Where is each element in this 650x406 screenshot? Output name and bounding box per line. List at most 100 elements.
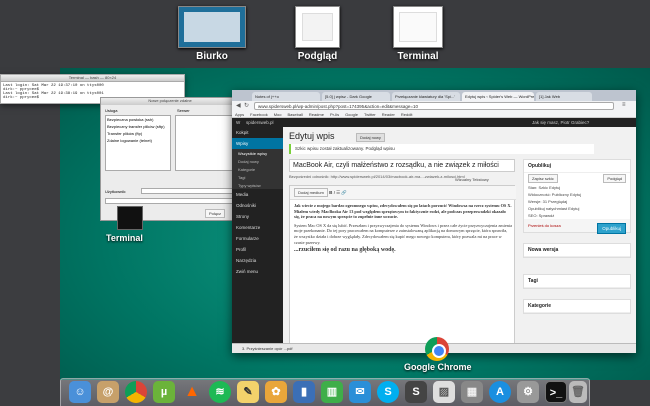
editor-content[interactable]: Jak wiecie z mojego bardzo ogromnego wpi… <box>294 203 512 257</box>
italic-icon[interactable]: I <box>334 190 335 195</box>
browser-tab[interactable]: [1] Jak Web <box>536 92 592 101</box>
submenu-add-new[interactable]: Dodaj nowy <box>232 157 283 165</box>
menu-profile[interactable]: Profil <box>232 244 283 255</box>
preview-button[interactable]: Podgląd <box>603 174 626 183</box>
space-biurko[interactable]: Biurko <box>178 6 246 62</box>
space-podglad[interactable]: Podgląd <box>295 6 340 62</box>
new-remote-connection-dialog[interactable]: Nowe połączenie zdalne Usługa Serwer Bez… <box>100 97 240 221</box>
keynote-icon[interactable]: ▮ <box>293 381 315 403</box>
command-field[interactable] <box>105 198 237 204</box>
bold-icon[interactable]: B <box>329 190 332 195</box>
post-title-input[interactable]: MacBook Air, czyli małżeństwo z rozsądku… <box>289 159 515 172</box>
visibility-row[interactable]: Widoczność: Publiczny Edytuj <box>524 191 630 198</box>
spotify-icon[interactable]: ≋ <box>209 381 231 403</box>
user-input[interactable] <box>141 188 237 194</box>
add-media-button[interactable]: Dodaj medium <box>294 188 328 197</box>
terminal-title: Terminal — bash — 80×24 <box>1 75 184 82</box>
submenu-categories[interactable]: Kategorie <box>232 165 283 173</box>
bookmark[interactable]: Readme <box>309 112 324 117</box>
list-item[interactable]: Bezpieczny transfer plików (sftp) <box>106 123 170 130</box>
bookmark[interactable]: Facebook <box>250 112 268 117</box>
menu-media[interactable]: Media <box>232 189 283 200</box>
server-list[interactable] <box>175 115 237 171</box>
list-icon[interactable]: ☰ <box>336 190 340 195</box>
visual-tab[interactable]: Wizualny <box>455 177 471 182</box>
terminal-icon[interactable]: >_ <box>545 381 567 403</box>
box-tags[interactable]: Tagi <box>524 275 630 288</box>
reload-icon[interactable]: ↻ <box>244 102 249 109</box>
preview-icon[interactable]: ▨ <box>433 381 455 403</box>
bookmark[interactable]: Apps <box>235 112 244 117</box>
browser-tab[interactable]: Notes of j++o <box>252 92 320 101</box>
menu-kokpit[interactable]: Kokpit <box>232 127 283 138</box>
link-icon[interactable]: 🔗 <box>341 190 347 195</box>
browser-tab[interactable]: [5.0] j wpisz - Dark Google <box>322 92 390 101</box>
calculator-icon[interactable]: ▦ <box>461 381 483 403</box>
menu-wpisy[interactable]: Wpisy <box>232 138 283 149</box>
contacts-icon[interactable]: @ <box>97 381 119 403</box>
save-draft-button[interactable]: Zapisz szkic <box>528 174 558 183</box>
utorrent-icon[interactable]: µ <box>153 381 175 403</box>
connect-button[interactable]: Połącz <box>205 209 226 218</box>
schedule-row[interactable]: Opublikuj natychmiast Edytuj <box>524 205 630 212</box>
back-icon[interactable]: ◀ <box>236 102 241 109</box>
bookmark[interactable]: Reader <box>382 112 395 117</box>
wp-logo-icon[interactable]: W <box>236 120 240 125</box>
bookmark[interactable]: Moo <box>274 112 282 117</box>
address-bar[interactable]: www.spidersweb.pl/wp-admin/post.php?post… <box>254 102 614 110</box>
vlc-icon[interactable]: ▲ <box>181 381 203 403</box>
list-item[interactable]: Zdalne logowanie (telnet) <box>106 137 170 144</box>
seo-row[interactable]: SEO: Sprawdź <box>524 212 630 219</box>
browser-tab-active[interactable]: Edytuj wpis ‹ Spider's Web — WordPress <box>462 92 534 101</box>
menu-forms[interactable]: Formularze <box>232 233 283 244</box>
status-row[interactable]: Stan: Szkic Edytuj <box>524 184 630 191</box>
menu-collapse[interactable]: Zwiń menu <box>232 266 283 277</box>
bookmark[interactable]: Reddit <box>401 112 413 117</box>
service-list[interactable]: Bezpieczna powłoka (ssh) Bezpieczny tran… <box>105 115 171 171</box>
server-header: Serwer <box>177 108 190 113</box>
chrome-icon[interactable] <box>425 337 449 361</box>
post-editor[interactable]: Wizualny Tekstowy Dodaj medium B I ☰ 🔗 J… <box>289 177 516 345</box>
terminal-app-icon[interactable] <box>117 206 143 230</box>
mail-icon[interactable]: ✉ <box>349 381 371 403</box>
browser-tab[interactable]: Przełączanie klawiatury dla 'Spi...' <box>392 92 460 101</box>
download-item[interactable]: 3. Przyśnieszanie opór ...pdf <box>242 346 292 351</box>
bookmark[interactable]: Google <box>345 112 358 117</box>
submenu-post-types[interactable]: Typy wpisów <box>232 181 283 189</box>
bookmark[interactable]: Twitter <box>364 112 376 117</box>
numbers-icon[interactable]: ▥ <box>321 381 343 403</box>
menu-tools[interactable]: Narzędzia <box>232 255 283 266</box>
submenu-all-posts[interactable]: Wszystkie wpisy <box>232 149 283 157</box>
photos-icon[interactable]: ✿ <box>265 381 287 403</box>
box-new-version[interactable]: Nowa wersja <box>524 244 630 257</box>
site-link[interactable]: spidersweb.pl <box>246 120 274 125</box>
finder-icon[interactable]: ☺ <box>69 381 91 403</box>
add-new-button[interactable]: Dodaj nowy <box>356 133 385 142</box>
menu-links[interactable]: Odnośniki <box>232 200 283 211</box>
service-header: Usługa <box>105 108 118 113</box>
skype-icon[interactable]: S <box>377 381 399 403</box>
notes-icon[interactable]: ✎ <box>237 381 259 403</box>
bookmark[interactable]: Baseball <box>287 112 302 117</box>
chrome-icon[interactable] <box>125 381 147 403</box>
menu-comments[interactable]: Komentarze <box>232 222 283 233</box>
sublime-icon[interactable]: S <box>405 381 427 403</box>
trash-link[interactable]: Przenieś do kosza <box>528 223 561 228</box>
settings-icon[interactable]: ⚙ <box>517 381 539 403</box>
box-categories[interactable]: Kategorie <box>524 300 630 313</box>
submenu-tags[interactable]: Tagi <box>232 173 283 181</box>
revisions-row[interactable]: Wersje: 31 Przeglądaj <box>524 198 630 205</box>
publish-button[interactable]: Opublikuj <box>597 223 626 234</box>
list-item[interactable]: Bezpieczna powłoka (ssh) <box>106 116 170 123</box>
trash-icon[interactable]: 🗑 <box>569 381 587 403</box>
list-item[interactable]: Transfer plików (ftp) <box>106 130 170 137</box>
menu-pages[interactable]: Strony <box>232 211 283 222</box>
appstore-icon[interactable]: A <box>489 381 511 403</box>
chrome-window[interactable]: Notes of j++o [5.0] j wpisz - Dark Googl… <box>232 90 636 353</box>
user-greeting[interactable]: Jak się masz, Piotr Grabiec? <box>532 120 589 125</box>
space-terminal[interactable]: Terminal <box>393 6 443 62</box>
dock: ☺ @ µ ▲ ≋ ✎ ✿ ▮ ▥ ✉ S S ▨ ▦ A ⚙ >_ 🗑 <box>60 378 590 406</box>
text-tab[interactable]: Tekstowy <box>472 177 488 182</box>
bookmark[interactable]: Pr-lis <box>330 112 339 117</box>
menu-icon[interactable]: ≡ <box>622 102 626 108</box>
